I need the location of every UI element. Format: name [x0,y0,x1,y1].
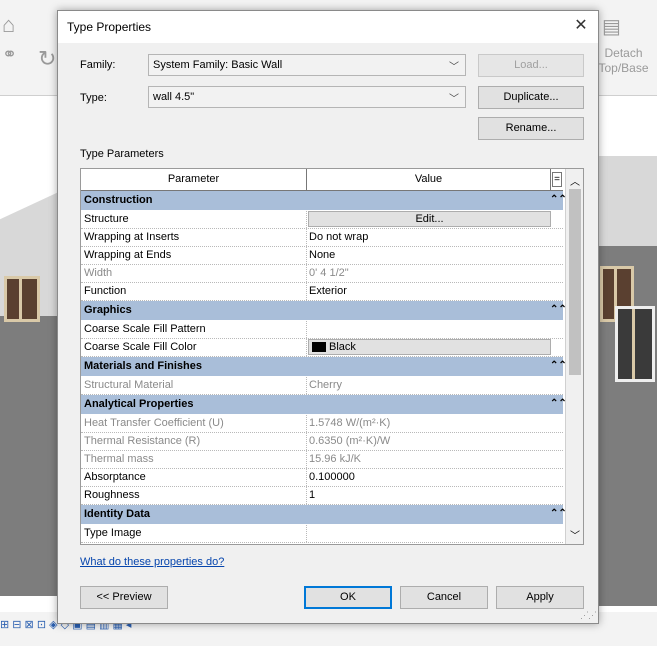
param-value[interactable]: None [309,249,335,261]
row-structural-material: Structural Material Cherry [81,377,563,395]
row-thermal-mass: Thermal mass 15.96 kJ/K [81,451,563,469]
param-value[interactable]: Exterior [309,285,347,297]
param-value: Cherry [309,379,343,391]
group-label: Analytical Properties [84,398,194,410]
col-value-header[interactable]: Value [307,169,551,190]
family-select-value: System Family: Basic Wall [153,59,283,71]
col-parameter-header[interactable]: Parameter [81,169,307,190]
param-name: Wrapping at Ends [84,249,172,261]
ribbon-tool-icon[interactable]: ⌂ [2,12,15,38]
close-icon[interactable]: ✕ [570,15,592,37]
param-name: Thermal Resistance (R) [84,435,201,447]
type-label: Type: [80,92,107,104]
row-wrapping-inserts[interactable]: Wrapping at Inserts Do not wrap [81,229,563,247]
row-heat-transfer: Heat Transfer Coefficient (U) 1.5748 W/(… [81,415,563,433]
grid-rows: Construction ⌃⌃ Structure Edit... Wrappi… [81,191,567,543]
param-name: Structural Material [84,379,174,391]
row-fill-pattern[interactable]: Coarse Scale Fill Pattern [81,321,563,339]
row-thermal-resistance: Thermal Resistance (R) 0.6350 (m²·K)/W [81,433,563,451]
group-label: Materials and Finishes [84,360,202,372]
param-value: 1.5748 W/(m²·K) [309,417,391,429]
param-name: Roughness [84,489,140,501]
row-structure: Structure Edit... [81,211,563,229]
chevron-down-icon: ﹀ [449,62,459,73]
ribbon-link-icon[interactable]: ⚭ [2,44,17,65]
row-fill-color: Coarse Scale Fill Color Black [81,339,563,357]
param-name: Absorptance [84,471,146,483]
param-name: Width [84,267,113,279]
detach-label-line2: Top/Base [598,61,649,75]
type-select-value: wall 4.5" [153,91,195,103]
row-absorptance[interactable]: Absorptance 0.100000 [81,469,563,487]
formula-column-toggle[interactable]: = [552,172,562,187]
param-name: Wrapping at Inserts [84,231,180,243]
type-select[interactable]: wall 4.5" ﹀ [148,86,466,108]
chevron-down-icon: ﹀ [449,94,459,105]
duplicate-button[interactable]: Duplicate... [478,86,584,109]
ribbon-detach-label[interactable]: Detach Top/Base [596,46,651,76]
ribbon-detach-icon[interactable]: ▤ [602,14,621,39]
scroll-up-icon[interactable]: ︿ [566,173,583,188]
cancel-button[interactable]: Cancel [400,586,488,609]
scroll-down-icon[interactable]: ﹀ [566,527,583,542]
help-link[interactable]: What do these properties do? [80,556,224,568]
param-value: 15.96 kJ/K [309,453,361,465]
fill-color-value: Black [329,341,356,353]
grid-scrollbar[interactable]: ︿ ﹀ [565,169,583,544]
structure-edit-button[interactable]: Edit... [308,211,551,227]
family-label: Family: [80,59,116,71]
load-button[interactable]: Load... [478,54,584,77]
type-parameters-label: Type Parameters [80,148,164,160]
row-type-image[interactable]: Type Image [81,525,563,543]
row-roughness[interactable]: Roughness 1 [81,487,563,505]
rename-button[interactable]: Rename... [478,117,584,140]
dialog-titlebar[interactable]: Type Properties ✕ [58,11,598,43]
building-window [4,276,40,322]
group-construction[interactable]: Construction ⌃⌃ [81,191,567,211]
group-label: Construction [84,194,153,206]
dialog-title: Type Properties [67,20,152,34]
param-value: 0' 4 1/2" [309,267,349,279]
color-swatch [312,342,326,352]
group-identity[interactable]: Identity Data ⌃⌃ [81,505,567,525]
param-value: 0.6350 (m²·K)/W [309,435,391,447]
ribbon-rotate-icon[interactable]: ↻ [38,46,56,72]
param-name: Coarse Scale Fill Color [84,341,197,353]
building-roof-right [597,156,657,246]
param-name: Thermal mass [84,453,154,465]
param-value[interactable]: Do not wrap [309,231,368,243]
building-wall-left [0,316,57,596]
group-materials[interactable]: Materials and Finishes ⌃⌃ [81,357,567,377]
fill-color-button[interactable]: Black [308,339,551,355]
param-name: Structure [84,213,129,225]
group-analytical[interactable]: Analytical Properties ⌃⌃ [81,395,567,415]
row-width: Width 0' 4 1/2" [81,265,563,283]
type-properties-dialog: Type Properties ✕ Family: System Family:… [57,10,599,624]
ok-button[interactable]: OK [304,586,392,609]
group-label: Identity Data [84,508,151,520]
param-value[interactable]: 0.100000 [309,471,355,483]
apply-button[interactable]: Apply [496,586,584,609]
param-name: Type Image [84,527,142,539]
group-graphics[interactable]: Graphics ⌃⌃ [81,301,567,321]
param-name: Coarse Scale Fill Pattern [84,323,206,335]
detach-label-line1: Detach [604,46,643,60]
row-wrapping-ends[interactable]: Wrapping at Ends None [81,247,563,265]
row-function[interactable]: Function Exterior [81,283,563,301]
grid-header: Parameter Value [81,169,563,191]
param-name: Heat Transfer Coefficient (U) [84,417,224,429]
preview-button[interactable]: << Preview [80,586,168,609]
type-parameters-grid: Parameter Value = Construction ⌃⌃ Struct… [80,168,584,545]
family-select[interactable]: System Family: Basic Wall ﹀ [148,54,466,76]
param-name: Function [84,285,127,297]
building-window-right-2 [615,306,655,382]
param-value[interactable]: 1 [309,489,315,501]
resize-grip-icon[interactable]: ⋰⋰ [580,610,597,621]
group-label: Graphics [84,304,132,316]
scroll-thumb[interactable] [569,189,581,375]
